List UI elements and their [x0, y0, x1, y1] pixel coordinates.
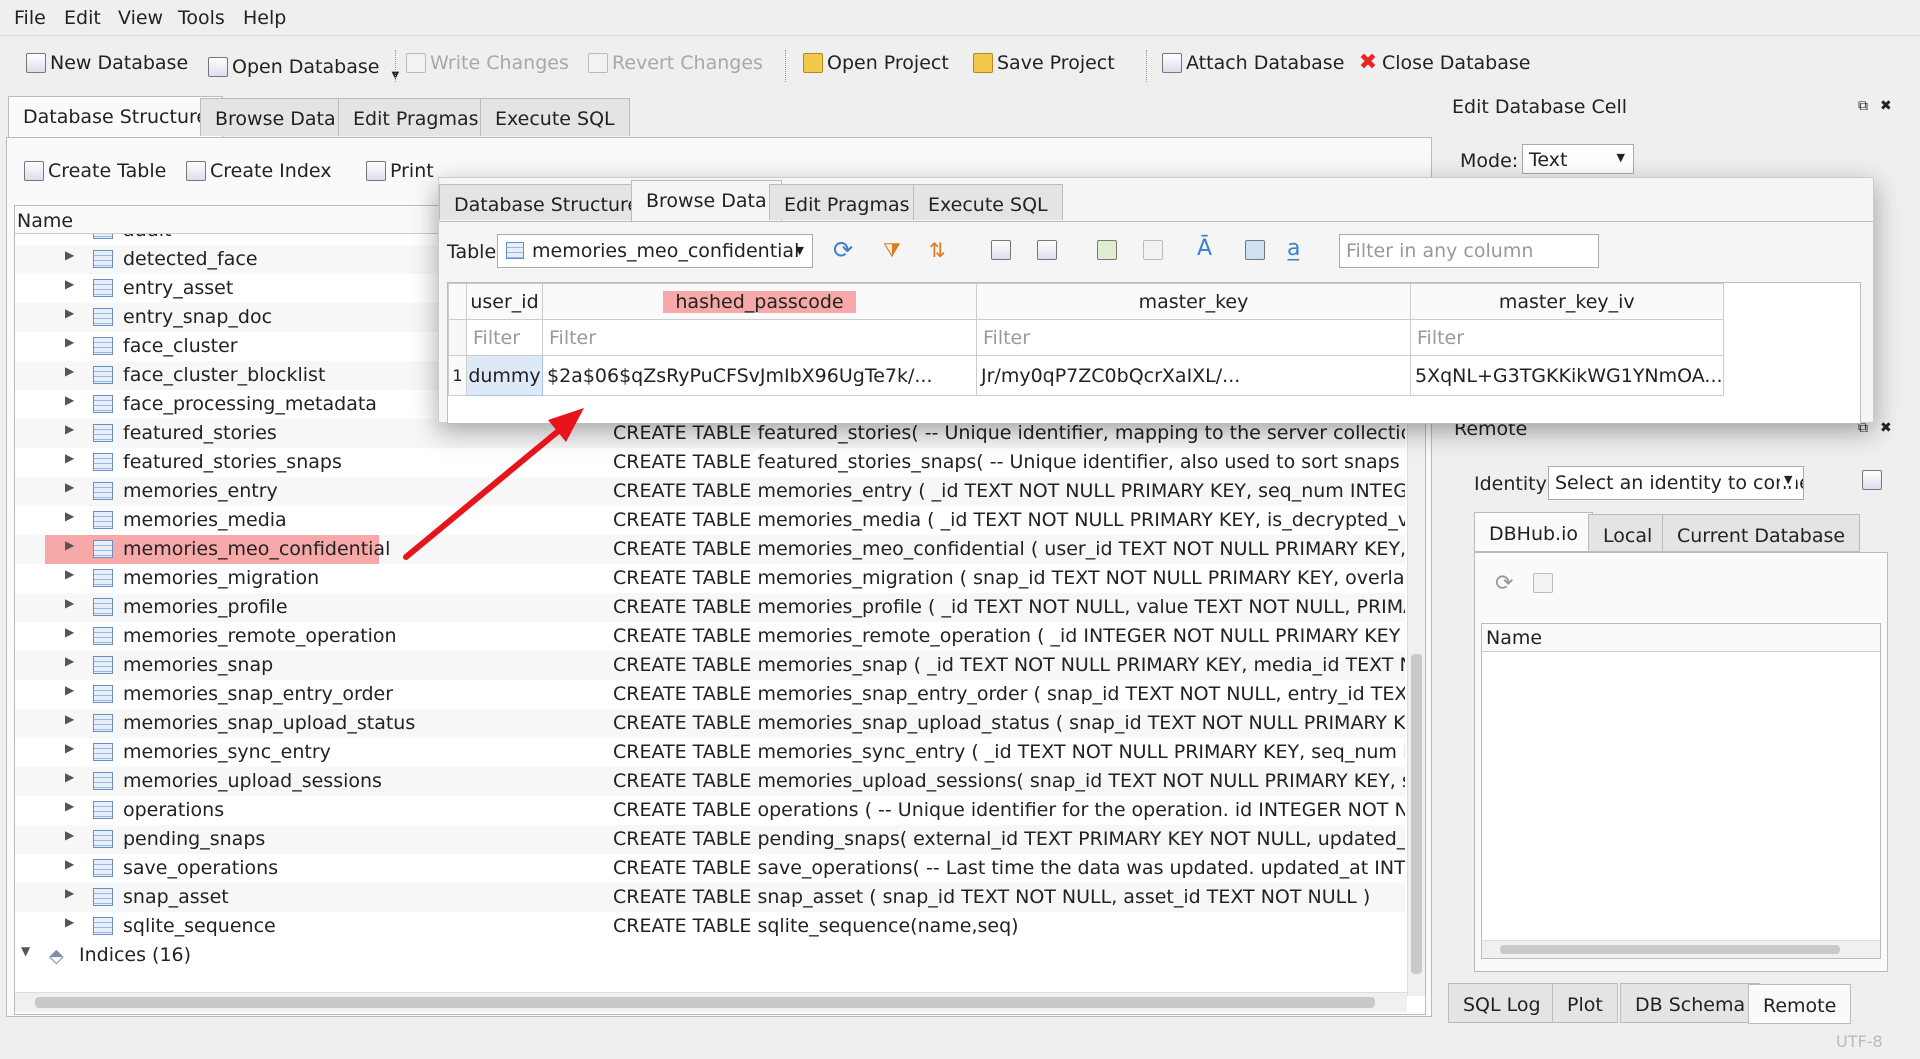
arrow-shaft — [403, 425, 565, 560]
annotation-arrow — [403, 408, 584, 560]
